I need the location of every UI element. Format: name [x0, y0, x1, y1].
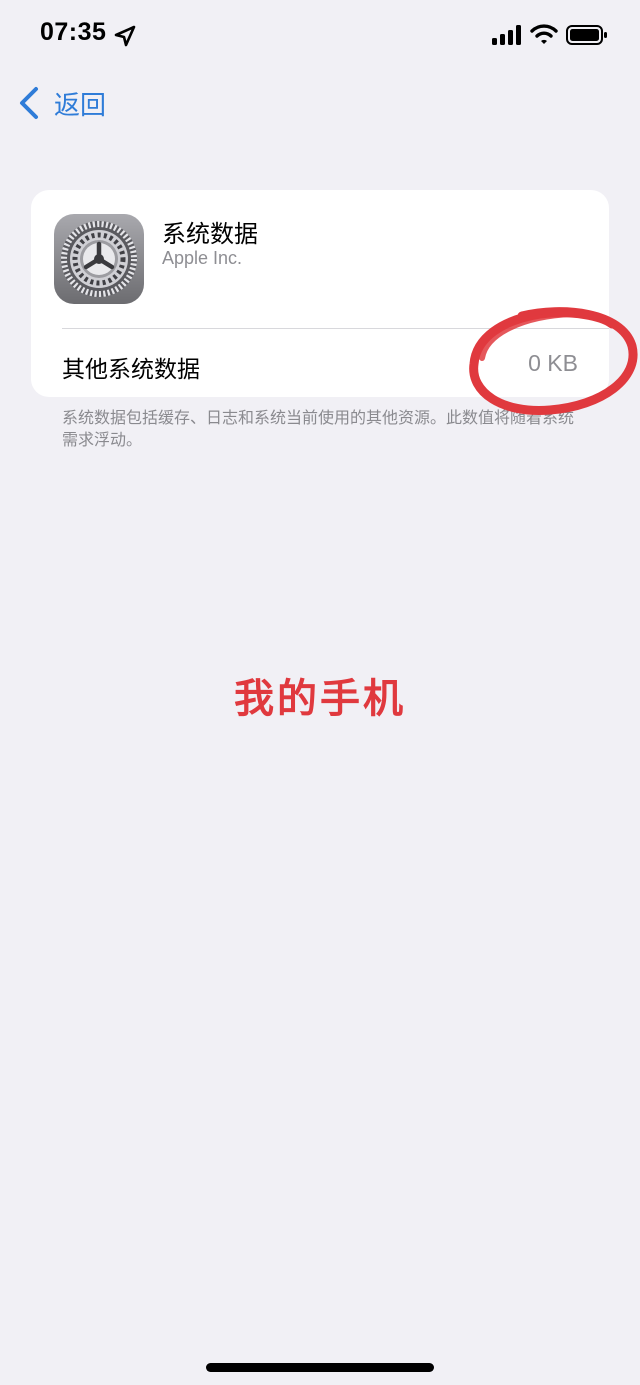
- location-arrow-icon: [114, 25, 136, 47]
- status-bar: 07:35: [0, 0, 640, 70]
- wifi-icon: [530, 24, 558, 44]
- home-indicator[interactable]: [206, 1363, 434, 1372]
- annotation-circle: [469, 307, 638, 415]
- chevron-left-icon: [20, 87, 38, 119]
- app-vendor: Apple Inc.: [162, 248, 243, 268]
- cellular-signal-icon: [492, 25, 521, 45]
- settings-gear-icon: [54, 214, 144, 304]
- status-time: 07:35: [40, 18, 107, 46]
- back-label: 返回: [54, 90, 107, 121]
- back-button[interactable]: 返回: [18, 84, 106, 122]
- battery-icon: [566, 25, 607, 45]
- annotation-caption: 我的手机: [234, 676, 406, 722]
- app-name: 系统数据: [162, 220, 258, 248]
- other-system-data-label: 其他系统数据: [62, 357, 200, 383]
